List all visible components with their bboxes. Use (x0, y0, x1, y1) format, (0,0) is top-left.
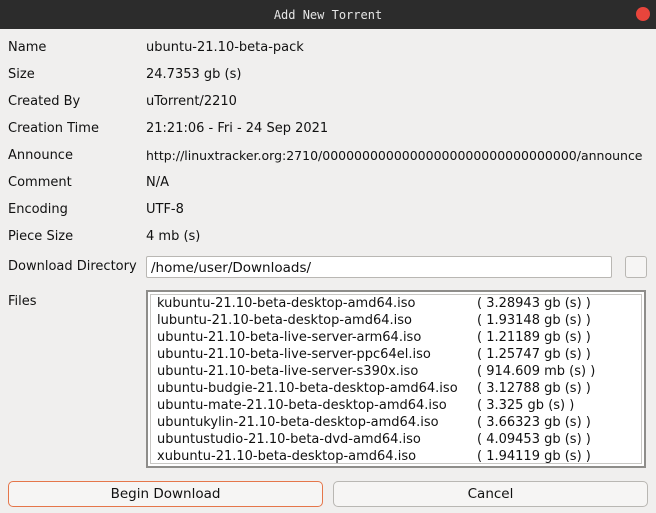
file-size: ( 914.609 mb (s) ) (477, 364, 596, 379)
download-directory-label: Download Directory (8, 259, 137, 274)
files-label: Files (8, 294, 37, 309)
field-value: N/A (146, 175, 169, 190)
field-label: Name (8, 40, 47, 55)
file-name: xubuntu-21.10-beta-desktop-amd64.iso (157, 449, 417, 464)
field-label: Piece Size (8, 229, 74, 244)
close-icon[interactable] (636, 7, 650, 21)
field-value: 24.7353 gb (s) (146, 67, 242, 82)
field-value: ubuntu-21.10-beta-pack (146, 40, 304, 55)
field-value: 4 mb (s) (146, 229, 201, 244)
file-name: ubuntukylin-21.10-beta-desktop-amd64.iso (157, 415, 439, 430)
field-label: Comment (8, 175, 72, 190)
file-name: ubuntustudio-21.10-beta-dvd-amd64.iso (157, 432, 421, 447)
field-value: uTorrent/2210 (146, 94, 237, 109)
file-size: ( 3.28943 gb (s) ) (477, 296, 591, 311)
files-list[interactable]: kubuntu-21.10-beta-desktop-amd64.iso ( 3.… (146, 290, 646, 468)
field-value: UTF-8 (146, 202, 184, 217)
files-list-inner: kubuntu-21.10-beta-desktop-amd64.iso ( 3.… (150, 294, 642, 464)
list-item[interactable]: kubuntu-21.10-beta-desktop-amd64.iso ( 3.… (157, 295, 637, 312)
field-value: http://linuxtracker.org:2710/00000000000… (146, 148, 643, 163)
list-item[interactable]: ubuntukylin-21.10-beta-desktop-amd64.iso… (157, 414, 637, 431)
title-bar: Add New Torrent (0, 0, 656, 29)
field-label: Size (8, 67, 35, 82)
list-item[interactable]: lubuntu-21.10-beta-desktop-amd64.iso ( 1.… (157, 312, 637, 329)
field-label: Created By (8, 94, 81, 109)
list-item[interactable]: ubuntu-budgie-21.10-beta-desktop-amd64.i… (157, 380, 637, 397)
file-size: ( 1.93148 gb (s) ) (477, 313, 591, 328)
list-item[interactable]: ubuntu-21.10-beta-live-server-arm64.iso (… (157, 329, 637, 346)
file-size: ( 1.21189 gb (s) ) (477, 330, 591, 345)
field-label: Encoding (8, 202, 68, 217)
file-name: ubuntu-21.10-beta-live-server-ppc64el.is… (157, 347, 431, 362)
file-name: kubuntu-21.10-beta-desktop-amd64.iso (157, 296, 416, 311)
list-item[interactable]: ubuntu-mate-21.10-beta-desktop-amd64.iso… (157, 397, 637, 414)
window-title: Add New Torrent (273, 7, 383, 22)
file-name: ubuntu-budgie-21.10-beta-desktop-amd64.i… (157, 381, 458, 396)
cancel-button[interactable]: Cancel (333, 481, 648, 507)
file-name: ubuntu-21.10-beta-live-server-arm64.iso (157, 330, 422, 345)
list-item[interactable]: ubuntustudio-21.10-beta-dvd-amd64.iso ( 4… (157, 431, 637, 448)
file-name: ubuntu-mate-21.10-beta-desktop-amd64.iso (157, 398, 447, 413)
file-name: lubuntu-21.10-beta-desktop-amd64.iso (157, 313, 412, 328)
file-name: ubuntu-21.10-beta-live-server-s390x.iso (157, 364, 419, 379)
field-label: Announce (8, 148, 73, 163)
field-label: Creation Time (8, 121, 99, 136)
field-value: 21:21:06 - Fri - 24 Sep 2021 (146, 121, 329, 136)
begin-download-button[interactable]: Begin Download (8, 481, 323, 507)
file-size: ( 3.12788 gb (s) ) (477, 381, 591, 396)
list-item[interactable]: ubuntu-21.10-beta-live-server-s390x.iso (… (157, 363, 637, 380)
list-item[interactable]: ubuntu-21.10-beta-live-server-ppc64el.is… (157, 346, 637, 363)
file-size: ( 3.325 gb (s) ) (477, 398, 575, 413)
file-size: ( 3.66323 gb (s) ) (477, 415, 591, 430)
file-size: ( 1.94119 gb (s) ) (477, 449, 591, 464)
list-item[interactable]: xubuntu-21.10-beta-desktop-amd64.iso ( 1.… (157, 448, 637, 465)
browse-button[interactable] (625, 256, 647, 278)
file-size: ( 1.25747 gb (s) ) (477, 347, 591, 362)
file-size: ( 4.09453 gb (s) ) (477, 432, 591, 447)
download-directory-input[interactable]: /home/user/Downloads/ (146, 256, 612, 278)
